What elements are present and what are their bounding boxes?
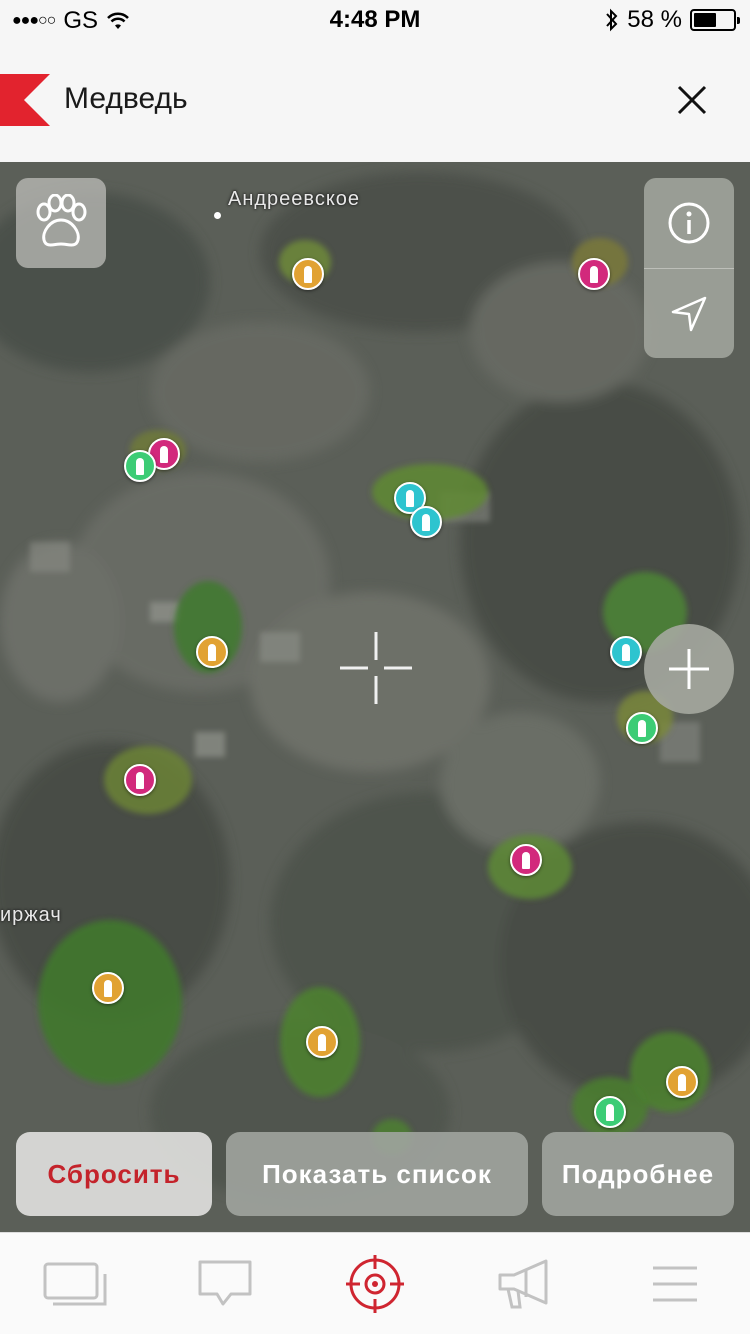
animal-filter-button[interactable] bbox=[16, 178, 106, 268]
paw-icon bbox=[36, 194, 87, 247]
map-marker[interactable] bbox=[306, 1026, 338, 1058]
gallery-icon bbox=[43, 1262, 107, 1305]
tab-announcements[interactable] bbox=[485, 1244, 565, 1324]
bullet-icon bbox=[136, 457, 144, 475]
bullet-icon bbox=[406, 489, 414, 507]
bullet-icon bbox=[638, 719, 646, 737]
show-list-button[interactable]: Показать список bbox=[226, 1132, 528, 1216]
map-marker[interactable] bbox=[196, 636, 228, 668]
plus-icon bbox=[669, 649, 709, 689]
battery-icon bbox=[690, 9, 740, 31]
chat-icon bbox=[198, 1260, 252, 1305]
map-marker[interactable] bbox=[92, 972, 124, 1004]
status-bar: ●●●○○ GS 4:48 PM 58 % bbox=[0, 0, 750, 40]
map-marker[interactable] bbox=[578, 258, 610, 290]
location-arrow-icon bbox=[671, 296, 707, 332]
brand-flag-icon bbox=[0, 74, 50, 126]
reset-button[interactable]: Сбросить bbox=[16, 1132, 212, 1216]
target-icon bbox=[346, 1254, 404, 1313]
map-marker[interactable] bbox=[594, 1096, 626, 1128]
map-marker[interactable] bbox=[124, 450, 156, 482]
info-button[interactable] bbox=[644, 178, 734, 268]
battery-percent: 58 % bbox=[627, 6, 682, 33]
battery-fill bbox=[694, 13, 717, 27]
map-view[interactable]: Андреевское иржач Сбросить Показать спис… bbox=[0, 162, 750, 1232]
header: Медведь bbox=[0, 40, 750, 162]
bullet-icon bbox=[304, 265, 312, 283]
zoom-in-button[interactable] bbox=[644, 624, 734, 714]
bullet-icon bbox=[136, 771, 144, 789]
place-label-town: иржач bbox=[0, 904, 62, 926]
details-button[interactable]: Подробнее bbox=[542, 1132, 734, 1216]
tab-chat[interactable] bbox=[185, 1244, 265, 1324]
map-marker[interactable] bbox=[666, 1066, 698, 1098]
bullet-icon bbox=[208, 643, 216, 661]
place-dot bbox=[214, 212, 221, 219]
tab-target[interactable] bbox=[335, 1244, 415, 1324]
bullet-icon bbox=[606, 1103, 614, 1121]
location-button[interactable] bbox=[644, 269, 734, 358]
map-marker[interactable] bbox=[124, 764, 156, 796]
bullet-icon bbox=[318, 1033, 326, 1051]
tab-menu[interactable] bbox=[635, 1244, 715, 1324]
bullet-icon bbox=[160, 445, 168, 463]
map-marker[interactable] bbox=[510, 844, 542, 876]
place-label-village: Андреевское bbox=[228, 188, 361, 210]
menu-icon bbox=[653, 1266, 697, 1301]
bullet-icon bbox=[522, 851, 530, 869]
close-icon[interactable] bbox=[676, 84, 708, 116]
info-icon bbox=[668, 202, 710, 244]
map-marker[interactable] bbox=[410, 506, 442, 538]
map-marker[interactable] bbox=[292, 258, 324, 290]
bullet-icon bbox=[678, 1073, 686, 1091]
map-marker[interactable] bbox=[626, 712, 658, 744]
bullet-icon bbox=[422, 513, 430, 531]
bullet-icon bbox=[622, 643, 630, 661]
bullet-icon bbox=[104, 979, 112, 997]
crosshair-icon bbox=[340, 632, 412, 704]
tab-gallery[interactable] bbox=[35, 1244, 115, 1324]
tab-bar bbox=[0, 1232, 750, 1334]
map-side-controls bbox=[644, 178, 734, 358]
bullet-icon bbox=[590, 265, 598, 283]
bluetooth-icon bbox=[606, 8, 618, 32]
megaphone-icon bbox=[498, 1259, 548, 1308]
page-title: Медведь bbox=[64, 82, 188, 115]
map-marker[interactable] bbox=[610, 636, 642, 668]
